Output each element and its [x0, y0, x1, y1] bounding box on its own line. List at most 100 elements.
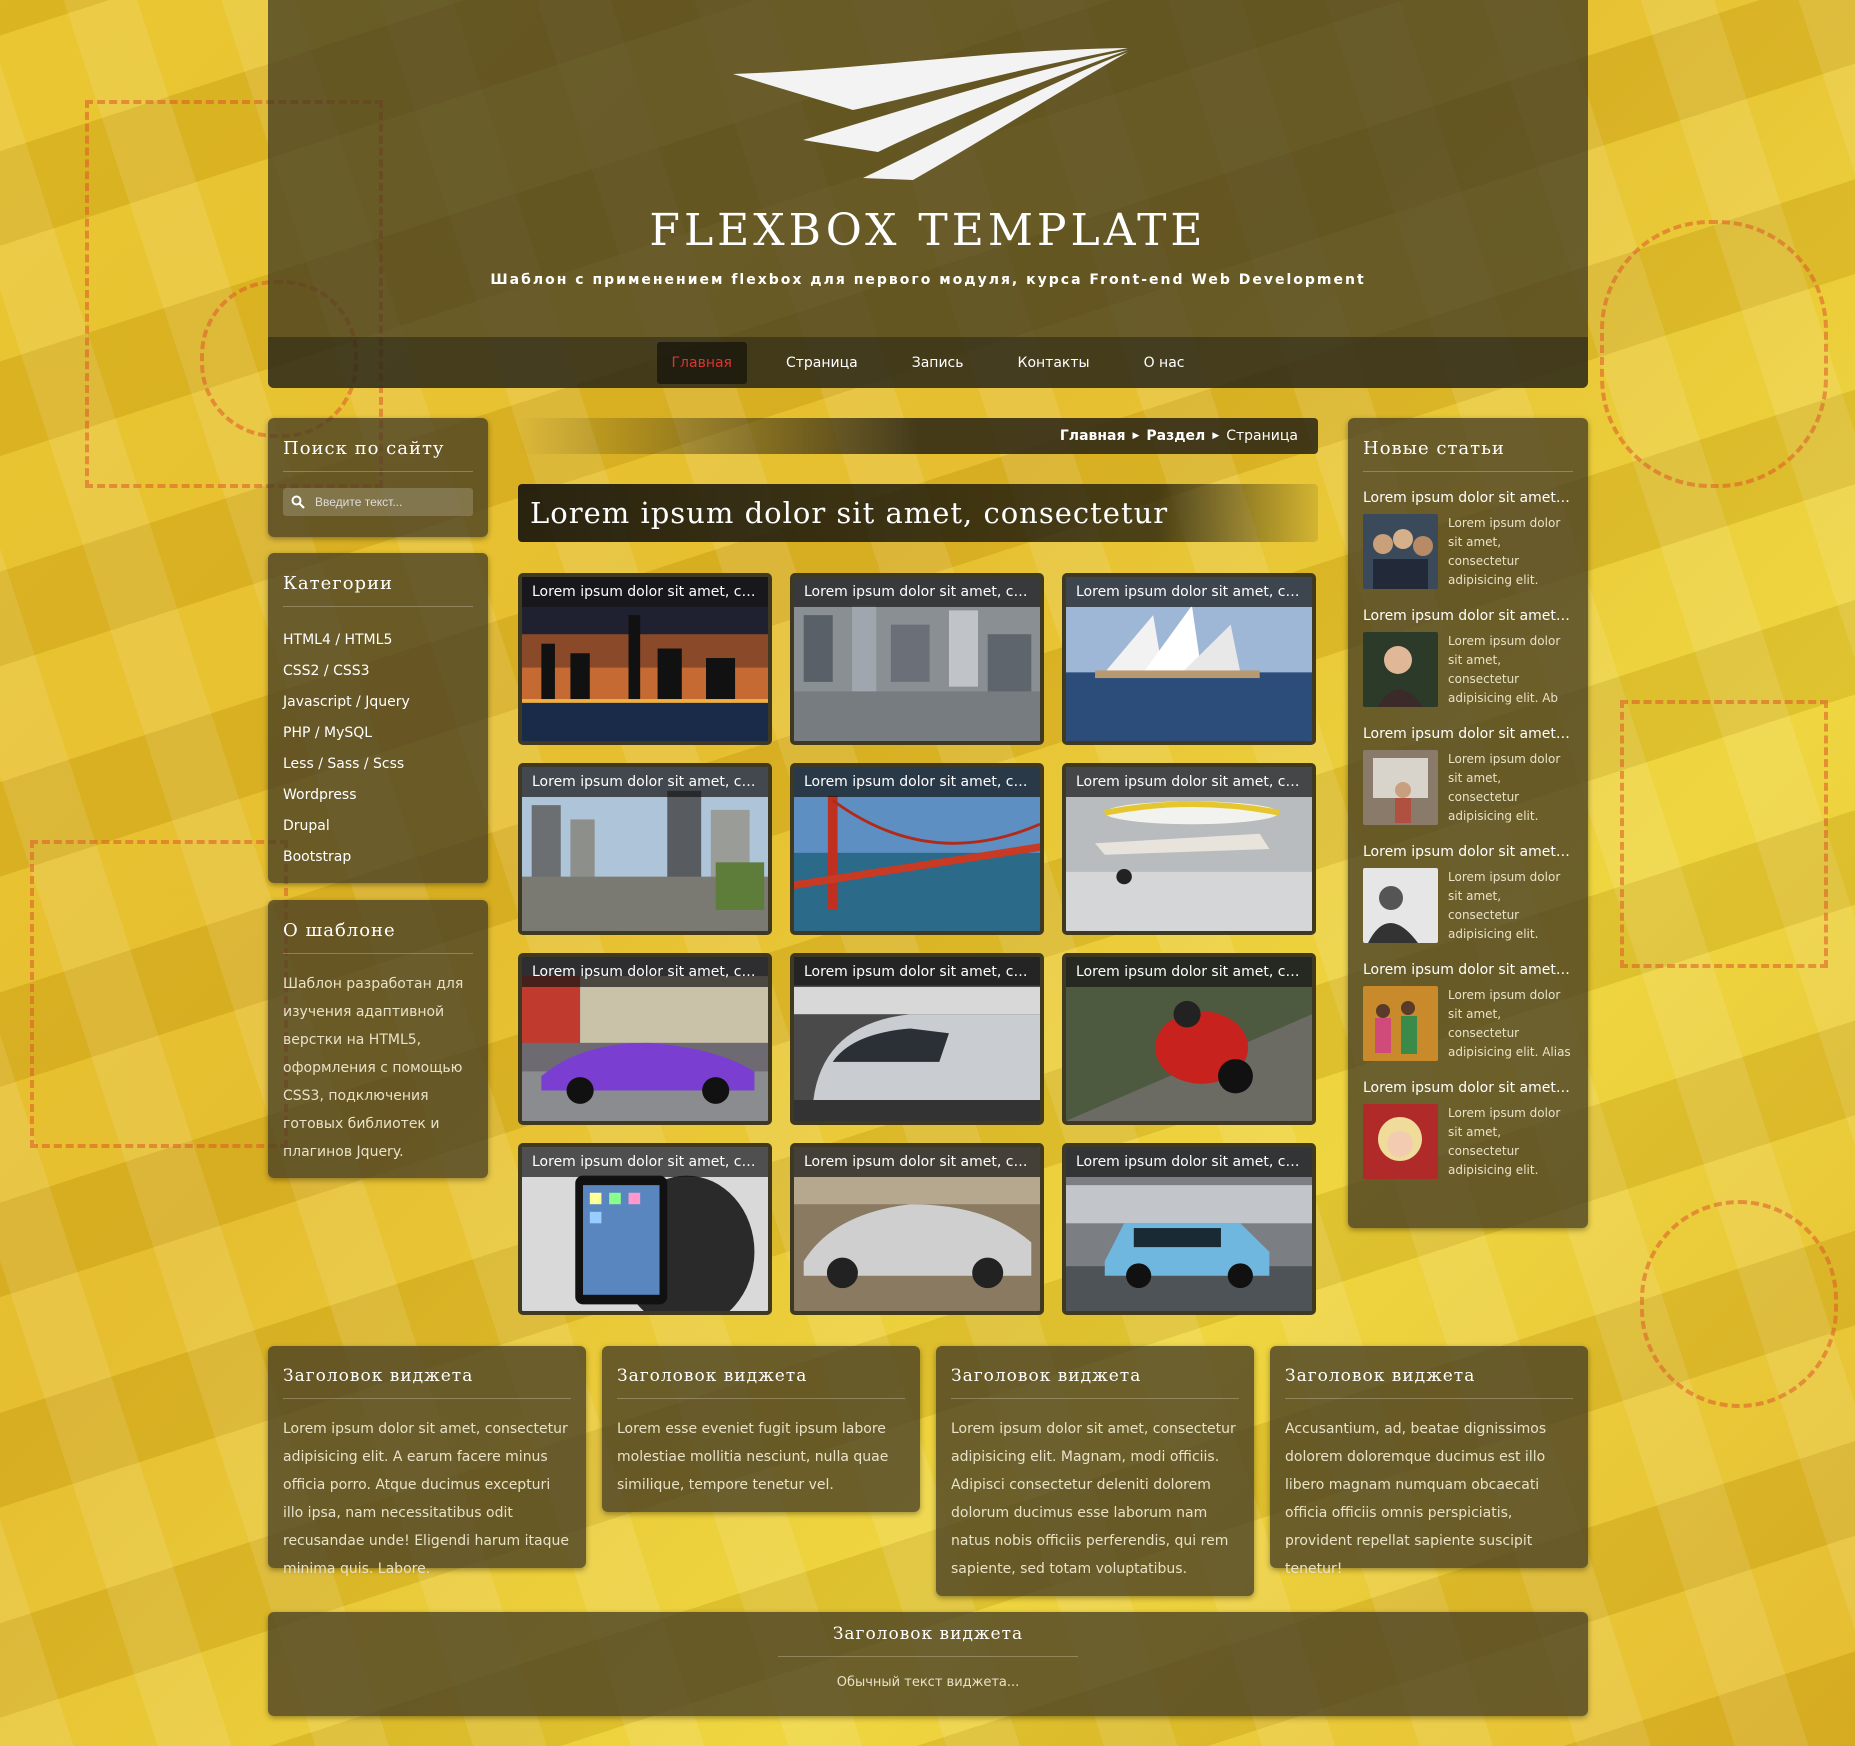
search-box	[283, 488, 473, 516]
category-link[interactable]: Wordpress	[283, 780, 473, 811]
category-link[interactable]: PHP / MySQL	[283, 718, 473, 749]
breadcrumb-current: Страница	[1226, 428, 1298, 444]
page-body: { "site": { "title": "FLEXBOX TEMPLATE",…	[0, 0, 1855, 1746]
widget-text: Accusantium, ad, beatae dignissimos dolo…	[1285, 1421, 1547, 1577]
category-link[interactable]: Less / Sass / Scss	[283, 749, 473, 780]
news-item-excerpt: Lorem ipsum dolor sit amet, consectetur …	[1448, 752, 1561, 823]
tile-caption: Lorem ipsum dolor sit amet, consectetur	[522, 957, 768, 987]
blonde-girl-thumb	[1363, 1104, 1438, 1179]
tile-caption: Lorem ipsum dolor sit amet, consectetur	[794, 767, 1040, 797]
news-item-title[interactable]: Lorem ipsum dolor sit amet, consectetur	[1363, 608, 1573, 624]
background-dashed-shape	[1620, 700, 1828, 968]
about-widget: О шаблоне Шаблон разработан для изучения…	[268, 900, 488, 1178]
tile-caption: Lorem ipsum dolor sit amet, consectetur	[1066, 577, 1312, 607]
site-footer: Заголовок виджета Обычный текст виджета.…	[268, 1612, 1588, 1716]
footer-title: Заголовок виджета	[778, 1624, 1078, 1657]
gallery-tile[interactable]: Lorem ipsum dolor sit amet, consectetur	[518, 763, 772, 935]
news-item[interactable]: Lorem ipsum dolor sit amet, consectetur …	[1348, 608, 1588, 708]
new-articles-title: Новые статьи	[1363, 438, 1573, 472]
breadcrumb-home-link[interactable]: Главная	[1060, 428, 1126, 444]
news-item[interactable]: Lorem ipsum dolor sit amet, consectetur …	[1348, 1080, 1588, 1180]
article-title: Lorem ipsum dolor sit amet, consectetur	[518, 484, 1318, 542]
news-item-title[interactable]: Lorem ipsum dolor sit amet, consectetur	[1363, 844, 1573, 860]
breadcrumb-section-link[interactable]: Раздел	[1146, 428, 1205, 444]
news-item[interactable]: Lorem ipsum dolor sit amet, consectetur …	[1348, 726, 1588, 826]
tile-caption: Lorem ipsum dolor sit amet, consectetur	[1066, 957, 1312, 987]
news-item-excerpt: Lorem ipsum dolor sit amet, consectetur …	[1448, 988, 1571, 1059]
site-header: FLEXBOX TEMPLATE Шаблон с применением fl…	[268, 0, 1588, 388]
tile-caption: Lorem ipsum dolor sit amet, consectetur	[522, 767, 768, 797]
widget-title: Заголовок виджета	[951, 1366, 1239, 1399]
search-widget-title: Поиск по сайту	[283, 438, 473, 472]
background-dashed-shape	[1640, 1200, 1838, 1408]
tile-caption: Lorem ipsum dolor sit amet, consectetur	[794, 1147, 1040, 1177]
gallery-tile[interactable]: Lorem ipsum dolor sit amet, consectetur	[790, 763, 1044, 935]
about-title: О шаблоне	[283, 920, 473, 954]
footer-widget: Заголовок виджета Lorem ipsum dolor sit …	[268, 1346, 586, 1577]
news-item[interactable]: Lorem ipsum dolor sit amet, consectetur …	[1348, 844, 1588, 944]
gallery-tile[interactable]: Lorem ipsum dolor sit amet, consectetur	[518, 1143, 772, 1315]
gallery-tile[interactable]: Lorem ipsum dolor sit amet, consectetur	[1062, 1143, 1316, 1315]
gallery-tile[interactable]: Lorem ipsum dolor sit amet, consectetur	[790, 953, 1044, 1125]
news-item[interactable]: Lorem ipsum dolor sit amet, consectetur …	[1348, 962, 1588, 1062]
group-photo-thumb	[1363, 514, 1438, 589]
breadcrumb: Главная ▶ Раздел ▶ Страница	[518, 418, 1318, 454]
gallery-grid: Lorem ipsum dolor sit amet, consectetur …	[518, 573, 1318, 1315]
widget-text: Lorem ipsum dolor sit amet, consectetur …	[283, 1421, 569, 1577]
about-text: Шаблон разработан для изучения адаптивно…	[283, 976, 464, 1160]
tile-caption: Lorem ipsum dolor sit amet, consectetur	[522, 1147, 768, 1177]
new-articles-widget: Новые статьи Lorem ipsum dolor sit amet,…	[1348, 418, 1588, 1228]
nav-item-post[interactable]: Запись	[897, 342, 979, 384]
category-link[interactable]: Javascript / Jquery	[283, 687, 473, 718]
news-item[interactable]: Lorem ipsum dolor sit amet, consectetur …	[1348, 490, 1588, 590]
news-item-excerpt: Lorem ipsum dolor sit amet, consectetur …	[1448, 634, 1561, 705]
news-item-excerpt: Lorem ipsum dolor sit amet, consectetur …	[1448, 1106, 1561, 1177]
footer-widget: Заголовок виджета Lorem esse eveniet fug…	[602, 1346, 920, 1512]
news-item-title[interactable]: Lorem ipsum dolor sit amet, consectetur	[1363, 726, 1573, 742]
breadcrumb-separator-icon: ▶	[1212, 431, 1220, 441]
category-link[interactable]: HTML4 / HTML5	[283, 625, 473, 656]
nav-item-contacts[interactable]: Контакты	[1003, 342, 1105, 384]
footer-widget: Заголовок виджета Accusantium, ad, beata…	[1270, 1346, 1588, 1577]
footer-widget: Заголовок виджета Lorem ipsum dolor sit …	[936, 1346, 1254, 1596]
nav-item-page[interactable]: Страница	[771, 342, 873, 384]
tile-caption: Lorem ipsum dolor sit amet, consectetur	[794, 957, 1040, 987]
gallery-tile[interactable]: Lorem ipsum dolor sit amet, consectetur	[518, 573, 772, 745]
page-container: FLEXBOX TEMPLATE Шаблон с применением fl…	[268, 0, 1588, 1746]
categories-list: HTML4 / HTML5 CSS2 / CSS3 Javascript / J…	[283, 625, 473, 873]
widget-title: Заголовок виджета	[283, 1366, 571, 1399]
categories-title: Категории	[283, 573, 473, 607]
category-link[interactable]: CSS2 / CSS3	[283, 656, 473, 687]
gallery-tile[interactable]: Lorem ipsum dolor sit amet, consectetur	[1062, 953, 1316, 1125]
widget-text: Lorem esse eveniet fugit ipsum labore mo…	[617, 1421, 889, 1493]
search-widget: Поиск по сайту	[268, 418, 488, 537]
category-link[interactable]: Drupal	[283, 811, 473, 842]
gallery-tile[interactable]: Lorem ipsum dolor sit amet, consectetur	[790, 573, 1044, 745]
footer-text: Обычный текст виджета...	[836, 1675, 1020, 1690]
gallery-tile[interactable]: Lorem ipsum dolor sit amet, consectetur	[1062, 763, 1316, 935]
nav-item-about[interactable]: О нас	[1129, 342, 1200, 384]
woman-portrait-thumb	[1363, 632, 1438, 707]
dancers-thumb	[1363, 986, 1438, 1061]
widget-text: Lorem ipsum dolor sit amet, consectetur …	[951, 1421, 1236, 1577]
gallery-tile[interactable]: Lorem ipsum dolor sit amet, consectetur	[1062, 573, 1316, 745]
gallery-tile[interactable]: Lorem ipsum dolor sit amet, consectetur	[518, 953, 772, 1125]
category-link[interactable]: Bootstrap	[283, 842, 473, 873]
tile-caption: Lorem ipsum dolor sit amet, consectetur	[1066, 1147, 1312, 1177]
site-logo-icon	[733, 48, 1128, 180]
widget-title: Заголовок виджета	[617, 1366, 905, 1399]
woman-window-thumb	[1363, 750, 1438, 825]
site-subtitle: Шаблон с применением flexbox для первого…	[490, 272, 1366, 288]
gallery-tile[interactable]: Lorem ipsum dolor sit amet, consectetur	[790, 1143, 1044, 1315]
search-input[interactable]	[313, 494, 457, 510]
news-item-title[interactable]: Lorem ipsum dolor sit amet, consectetur	[1363, 962, 1573, 978]
tile-caption: Lorem ipsum dolor sit amet, consectetur	[794, 577, 1040, 607]
categories-widget: Категории HTML4 / HTML5 CSS2 / CSS3 Java…	[268, 553, 488, 883]
news-item-title[interactable]: Lorem ipsum dolor sit amet, consectetur	[1363, 490, 1573, 506]
nav-item-home[interactable]: Главная	[656, 341, 747, 384]
breadcrumb-separator-icon: ▶	[1132, 431, 1140, 441]
search-icon[interactable]	[283, 488, 313, 516]
news-item-excerpt: Lorem ipsum dolor sit amet, consectetur …	[1448, 516, 1561, 587]
news-item-title[interactable]: Lorem ipsum dolor sit amet, consectetur	[1363, 1080, 1573, 1096]
background-dashed-shape	[30, 840, 288, 1148]
